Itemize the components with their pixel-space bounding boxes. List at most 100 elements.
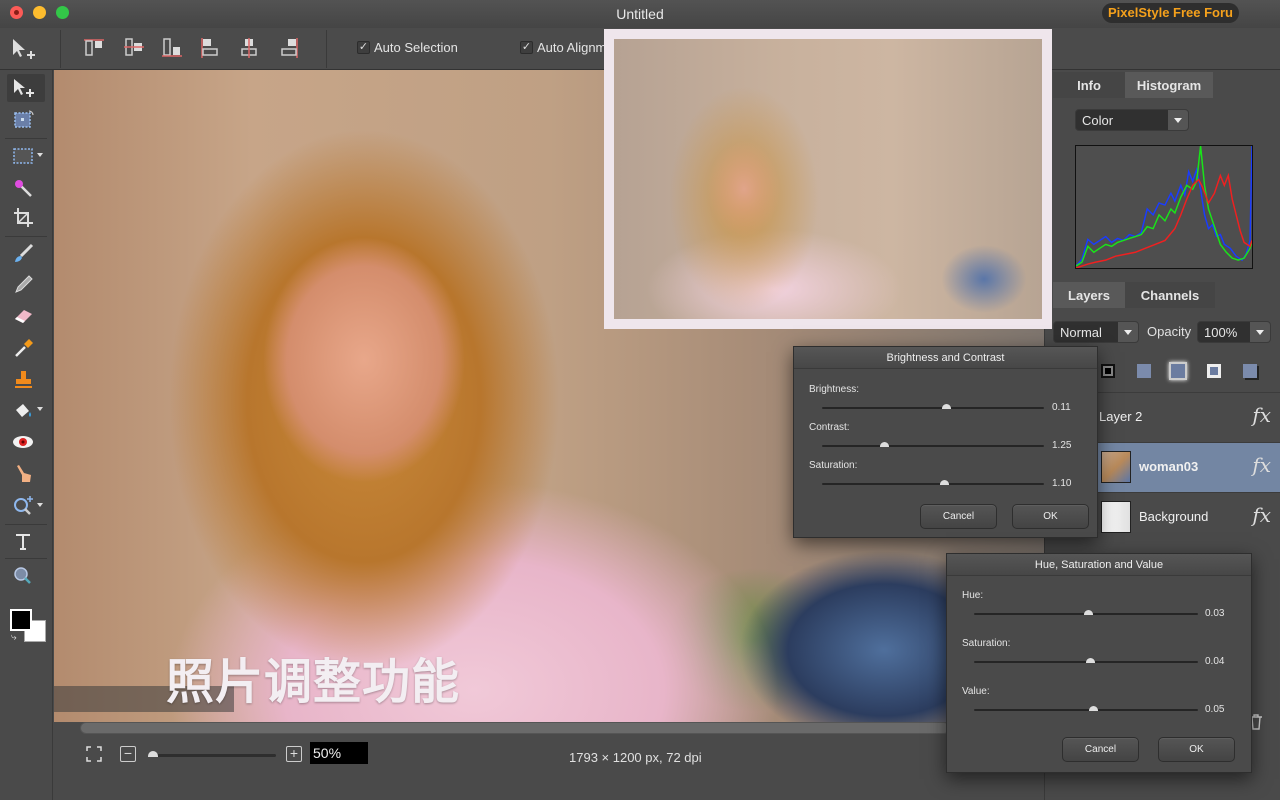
align-vertical-centers-button[interactable] — [122, 36, 148, 60]
info-histogram-tabs: Info Histogram — [1053, 72, 1280, 98]
hue-saturation-value-dialog: Hue, Saturation and Value Hue: 0.03 Satu… — [946, 553, 1252, 773]
slider-value: 0.11 — [1052, 402, 1071, 413]
eyedropper-tool-button[interactable] — [7, 334, 45, 362]
zoom-tool-button[interactable] — [7, 492, 45, 520]
histogram-channel-select[interactable]: Color — [1075, 109, 1189, 131]
histogram-blue-curve — [1075, 145, 1253, 267]
opacity-label: Opacity — [1147, 324, 1192, 339]
zoom-out-button[interactable]: − — [120, 746, 136, 762]
layers-channels-tabs: Layers Channels — [1053, 282, 1280, 308]
fx-icon[interactable]: fx — [1252, 403, 1271, 427]
flat-fill-effect-icon[interactable] — [1137, 364, 1151, 378]
eyedropper-icon — [15, 339, 33, 357]
brand-badge[interactable]: PixelStyle Free Foru — [1102, 3, 1239, 23]
tool-palette: ⤷ — [0, 70, 53, 800]
red-eye-icon — [13, 436, 33, 448]
red-eye-tool-button[interactable] — [7, 428, 45, 456]
transform-tool-button[interactable] — [7, 106, 45, 134]
auto-alignment-checkbox[interactable]: ✓ Auto Alignm — [520, 40, 606, 55]
eraser-tool-button[interactable] — [7, 302, 45, 330]
zoom-slider[interactable] — [148, 751, 276, 757]
swap-colors-icon[interactable]: ⤷ — [11, 632, 17, 643]
align-left-edges-button[interactable] — [198, 36, 224, 60]
zoom-in-button[interactable]: + — [286, 746, 302, 762]
crop-icon — [14, 208, 33, 227]
fx-icon[interactable]: fx — [1252, 503, 1271, 527]
hue-slider[interactable] — [974, 610, 1198, 615]
chevron-down-icon — [1118, 322, 1138, 342]
magnifier-tool-button[interactable] — [7, 562, 45, 590]
tab-histogram[interactable]: Histogram — [1125, 72, 1213, 98]
smudge-tool-button[interactable] — [7, 460, 45, 488]
brightness-contrast-dialog: Brightness and Contrast Brightness: 0.11… — [793, 346, 1098, 538]
align-right-edges-button[interactable] — [276, 36, 302, 60]
brightness-slider[interactable] — [822, 404, 1044, 409]
brush-tool-button[interactable] — [7, 240, 45, 268]
align-horizontal-centers-button[interactable] — [236, 36, 262, 60]
horizontal-scrollbar[interactable] — [80, 722, 950, 734]
ok-button[interactable]: OK — [1158, 737, 1235, 762]
slider-value: 1.25 — [1052, 440, 1072, 451]
auto-selection-checkbox[interactable]: ✓ Auto Selection — [357, 40, 458, 55]
rect-marquee-tool-button[interactable] — [7, 142, 45, 170]
opacity-value: 100% — [1204, 325, 1238, 340]
caption-overlay: 照片调整功能 — [166, 654, 461, 710]
outer-glow-effect-icon[interactable] — [1171, 364, 1185, 378]
chevron-down-icon — [37, 407, 43, 411]
fit-to-screen-icon[interactable] — [86, 746, 102, 762]
saturation-slider[interactable] — [822, 480, 1044, 485]
marquee-icon — [13, 148, 33, 164]
layer-name: Layer 2 — [1099, 409, 1143, 424]
ok-button[interactable]: OK — [1012, 504, 1089, 529]
cancel-button[interactable]: Cancel — [1062, 737, 1139, 762]
chevron-down-icon — [1168, 110, 1188, 130]
tab-info[interactable]: Info — [1053, 72, 1125, 98]
zoom-slider-thumb[interactable] — [148, 751, 158, 757]
preview-thumbnail — [614, 39, 1042, 319]
move-tool-button[interactable] — [7, 74, 45, 102]
move-tool-indicator-icon — [10, 36, 40, 62]
text-t-icon — [16, 534, 30, 550]
navigator-preview — [604, 29, 1052, 329]
drop-shadow-effect-icon[interactable] — [1243, 364, 1257, 378]
title-bar: Untitled PixelStyle Free Foru — [0, 0, 1280, 28]
tab-layers[interactable]: Layers — [1053, 282, 1125, 308]
layer-thumbnail — [1101, 451, 1131, 483]
paint-bucket-tool-button[interactable] — [7, 396, 45, 424]
magnifier-icon — [14, 567, 31, 584]
pencil-tool-button[interactable] — [7, 270, 45, 298]
slider-thumb[interactable] — [1084, 610, 1094, 615]
move-arrow-icon — [14, 79, 34, 97]
text-tool-button[interactable] — [7, 528, 45, 556]
window-title: Untitled — [616, 6, 664, 22]
saturation-slider[interactable] — [974, 658, 1198, 663]
fx-icon[interactable]: fx — [1252, 453, 1271, 477]
value-slider[interactable] — [974, 706, 1198, 711]
magic-wand-tool-button[interactable] — [7, 174, 45, 202]
stroke-effect-icon[interactable] — [1101, 364, 1115, 378]
crop-tool-button[interactable] — [7, 204, 45, 232]
slider-thumb[interactable] — [940, 480, 950, 485]
slider-value: 0.05 — [1205, 704, 1225, 715]
stamp-tool-button[interactable] — [7, 366, 45, 394]
contrast-slider[interactable] — [822, 442, 1044, 447]
slider-thumb[interactable] — [1088, 706, 1098, 711]
opacity-select[interactable]: 100% — [1197, 321, 1271, 343]
cancel-button[interactable]: Cancel — [920, 504, 997, 529]
blend-mode-select[interactable]: Normal — [1053, 321, 1139, 343]
eraser-icon — [15, 310, 32, 323]
image-dimensions: 1793 × 1200 px, 72 dpi — [569, 750, 702, 765]
layer-thumbnail — [1101, 501, 1131, 533]
align-bottom-edges-button[interactable] — [160, 36, 186, 60]
slider-thumb[interactable] — [1086, 658, 1096, 663]
slider-thumb[interactable] — [880, 442, 890, 447]
zoom-level-field[interactable]: 50% — [310, 742, 368, 764]
finger-icon — [17, 465, 31, 482]
brush-icon — [15, 243, 34, 262]
foreground-color-swatch[interactable] — [10, 609, 32, 631]
tab-channels[interactable]: Channels — [1125, 282, 1215, 308]
auto-selection-label: Auto Selection — [374, 40, 458, 55]
slider-thumb[interactable] — [942, 404, 952, 409]
inner-glow-effect-icon[interactable] — [1207, 364, 1221, 378]
align-top-edges-button[interactable] — [82, 36, 108, 60]
